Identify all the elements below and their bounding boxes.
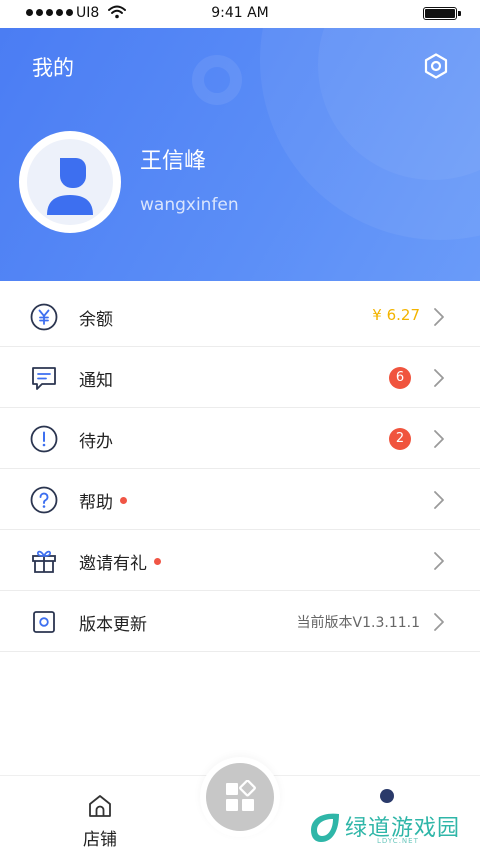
menu-item-balance[interactable]: 余额 ¥ 6.27	[0, 286, 480, 347]
menu-item-notification[interactable]: 通知 6	[0, 347, 480, 408]
help-unread-dot	[120, 497, 127, 504]
invite-label-text: 邀请有礼	[79, 554, 147, 574]
current-version-text: 当前版本V1.3.11.1	[296, 615, 420, 631]
chevron-right-icon	[434, 369, 444, 387]
question-circle-icon	[28, 484, 60, 516]
home-icon	[89, 795, 111, 817]
user-name: 王信峰	[140, 149, 207, 174]
tab-mine-icon[interactable]	[380, 789, 394, 803]
gift-icon	[28, 545, 60, 577]
menu-label-notification: 通知	[79, 371, 113, 391]
chevron-right-icon	[434, 308, 444, 326]
exclamation-circle-icon	[28, 423, 60, 455]
menu-label-balance: 余额	[79, 310, 113, 330]
avatar[interactable]	[19, 131, 121, 233]
user-username: wangxinfen	[140, 195, 239, 215]
balance-value: ¥ 6.27	[372, 306, 420, 324]
battery-icon	[423, 7, 461, 20]
chevron-right-icon	[434, 491, 444, 509]
watermark-subtext: LDYC.NET	[377, 837, 419, 845]
settings-hexagon-icon	[424, 53, 448, 79]
tab-store[interactable]: 店铺	[70, 791, 130, 851]
menu-item-version-update[interactable]: 版本更新 当前版本V1.3.11.1	[0, 591, 480, 652]
menu-item-help[interactable]: 帮助	[0, 469, 480, 530]
menu-label-invite: 邀请有礼	[79, 549, 161, 574]
watermark-logo-icon	[311, 813, 339, 842]
center-action-button[interactable]	[200, 757, 280, 837]
watermark: 绿道游戏园 LDYC.NET	[305, 806, 475, 852]
help-label-text: 帮助	[79, 493, 113, 513]
apps-grid-icon	[226, 780, 256, 811]
menu-item-invite[interactable]: 邀请有礼	[0, 530, 480, 591]
menu-label-help: 帮助	[79, 488, 127, 513]
invite-unread-dot	[154, 558, 161, 565]
todo-count-badge: 2	[389, 428, 411, 450]
message-icon	[28, 362, 60, 394]
notification-count-badge: 6	[389, 367, 411, 389]
header-decoration-ring	[192, 55, 242, 105]
chevron-right-icon	[434, 552, 444, 570]
tab-store-label: 店铺	[83, 830, 117, 850]
menu-label-todo: 待办	[79, 432, 113, 452]
update-box-icon	[28, 606, 60, 638]
status-bar: UI8 9:41 AM	[0, 0, 480, 28]
menu-list: 余额 ¥ 6.27 通知 6 待办 2 帮助 邀请有礼 版本更新 当前版本V1.…	[0, 286, 480, 652]
menu-label-version-update: 版本更新	[79, 615, 147, 635]
chevron-right-icon	[434, 613, 444, 631]
status-time: 9:41 AM	[211, 5, 269, 21]
chevron-right-icon	[434, 430, 444, 448]
user-avatar-icon	[27, 139, 113, 225]
yuan-coin-icon	[28, 301, 60, 333]
settings-button[interactable]	[420, 50, 452, 82]
page-title: 我的	[32, 56, 74, 80]
center-action-circle	[206, 763, 274, 831]
menu-item-todo[interactable]: 待办 2	[0, 408, 480, 469]
